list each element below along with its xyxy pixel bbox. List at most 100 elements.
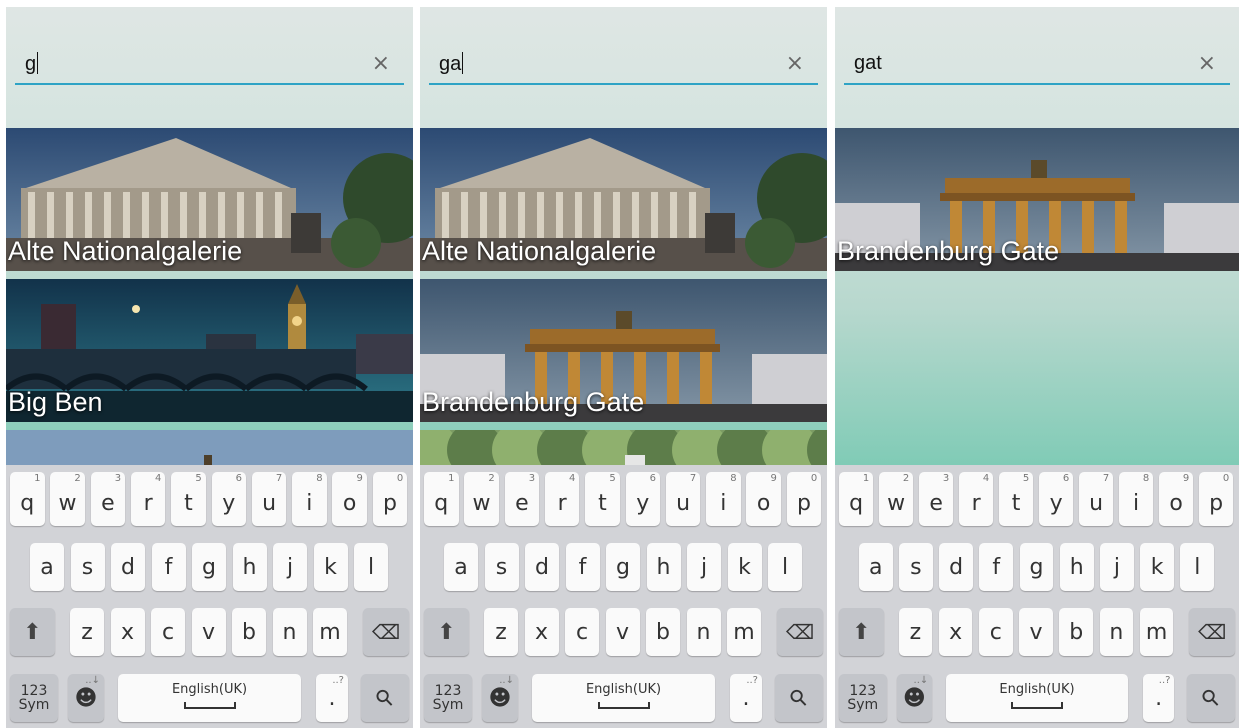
- key-u[interactable]: 7u: [665, 472, 701, 526]
- key-z[interactable]: z: [484, 608, 518, 656]
- backspace-key[interactable]: ⌫: [777, 608, 823, 656]
- key-g[interactable]: g: [606, 543, 640, 591]
- key-w[interactable]: 2w: [464, 472, 499, 526]
- key-l[interactable]: l: [1180, 543, 1215, 591]
- key-d[interactable]: d: [111, 543, 145, 591]
- key-j[interactable]: j: [273, 543, 307, 591]
- key-i[interactable]: 8i: [1118, 472, 1154, 526]
- key-c[interactable]: c: [565, 608, 599, 656]
- key-m[interactable]: m: [727, 608, 761, 656]
- symbols-key[interactable]: 123 Sym: [10, 674, 58, 722]
- emoji-key[interactable]: ..↓ ☻: [896, 674, 933, 722]
- key-d[interactable]: d: [939, 543, 973, 591]
- key-z[interactable]: z: [898, 608, 933, 656]
- period-key[interactable]: ..?.: [316, 674, 348, 722]
- period-key[interactable]: ..?.: [1142, 674, 1175, 722]
- key-g[interactable]: g: [192, 543, 226, 591]
- key-n[interactable]: n: [686, 608, 721, 656]
- key-s[interactable]: s: [899, 543, 933, 591]
- key-c[interactable]: c: [978, 608, 1013, 656]
- key-w[interactable]: 2w: [50, 472, 85, 526]
- key-i[interactable]: 8i: [292, 472, 327, 526]
- key-m[interactable]: m: [313, 608, 347, 656]
- clear-icon[interactable]: ×: [1198, 51, 1216, 76]
- key-p[interactable]: 0p: [786, 472, 822, 526]
- key-k[interactable]: k: [1140, 543, 1174, 591]
- key-n[interactable]: n: [272, 608, 307, 656]
- key-l[interactable]: l: [354, 543, 388, 591]
- key-w[interactable]: 2w: [878, 472, 914, 526]
- key-o[interactable]: 9o: [1158, 472, 1194, 526]
- key-t[interactable]: 5t: [585, 472, 620, 526]
- space-key[interactable]: English(UK): [118, 674, 301, 722]
- key-a[interactable]: a: [30, 543, 64, 591]
- key-v[interactable]: v: [1019, 608, 1053, 656]
- key-i[interactable]: 8i: [706, 472, 741, 526]
- key-l[interactable]: l: [768, 543, 802, 591]
- result-card[interactable]: Alte Nationalgalerie: [420, 128, 827, 271]
- search-key[interactable]: ⚲: [1187, 674, 1236, 722]
- shift-key[interactable]: ⬆: [424, 608, 469, 656]
- key-o[interactable]: 9o: [332, 472, 367, 526]
- key-d[interactable]: d: [525, 543, 559, 591]
- symbols-key[interactable]: 123 Sym: [838, 674, 887, 722]
- key-y[interactable]: 6y: [625, 472, 660, 526]
- backspace-key[interactable]: ⌫: [1189, 608, 1236, 656]
- period-key[interactable]: ..?.: [730, 674, 762, 722]
- search-input[interactable]: ga ×: [429, 45, 818, 85]
- key-s[interactable]: s: [70, 543, 105, 591]
- key-u[interactable]: 7u: [251, 472, 287, 526]
- key-r[interactable]: 4r: [130, 472, 166, 526]
- key-h[interactable]: h: [1059, 543, 1094, 591]
- key-k[interactable]: k: [727, 543, 762, 591]
- key-x[interactable]: x: [524, 608, 559, 656]
- key-q[interactable]: 1q: [10, 472, 45, 526]
- key-x[interactable]: x: [938, 608, 973, 656]
- key-h[interactable]: h: [232, 543, 267, 591]
- emoji-key[interactable]: ..↓ ☻: [68, 674, 104, 722]
- search-key[interactable]: ⚲: [361, 674, 409, 722]
- key-y[interactable]: 6y: [1038, 472, 1074, 526]
- symbols-key[interactable]: 123 Sym: [424, 674, 472, 722]
- clear-icon[interactable]: ×: [786, 51, 804, 76]
- key-a[interactable]: a: [444, 543, 478, 591]
- key-j[interactable]: j: [1100, 543, 1134, 591]
- backspace-key[interactable]: ⌫: [363, 608, 409, 656]
- key-e[interactable]: 3e: [90, 472, 126, 526]
- key-u[interactable]: 7u: [1078, 472, 1114, 526]
- result-card[interactable]: Alte Nationalgalerie: [6, 128, 413, 271]
- key-f[interactable]: f: [565, 543, 600, 591]
- result-card[interactable]: Brandenburg Gate: [420, 279, 827, 422]
- key-t[interactable]: 5t: [171, 472, 206, 526]
- key-s[interactable]: s: [484, 543, 519, 591]
- key-p[interactable]: 0p: [372, 472, 408, 526]
- key-j[interactable]: j: [687, 543, 721, 591]
- key-c[interactable]: c: [151, 608, 185, 656]
- key-e[interactable]: 3e: [918, 472, 954, 526]
- key-e[interactable]: 3e: [504, 472, 540, 526]
- key-q[interactable]: 1q: [838, 472, 874, 526]
- shift-key[interactable]: ⬆: [838, 608, 884, 656]
- key-v[interactable]: v: [191, 608, 226, 656]
- space-key[interactable]: English(UK): [532, 674, 715, 722]
- key-q[interactable]: 1q: [424, 472, 459, 526]
- key-k[interactable]: k: [313, 543, 348, 591]
- result-card[interactable]: Brandenburg Gate: [835, 128, 1239, 271]
- key-g[interactable]: g: [1019, 543, 1054, 591]
- search-input[interactable]: g ×: [15, 45, 404, 85]
- key-b[interactable]: b: [646, 608, 680, 656]
- emoji-key[interactable]: ..↓ ☻: [482, 674, 518, 722]
- key-z[interactable]: z: [70, 608, 104, 656]
- key-b[interactable]: b: [232, 608, 266, 656]
- search-key[interactable]: ⚲: [775, 674, 823, 722]
- key-p[interactable]: 0p: [1198, 472, 1234, 526]
- key-t[interactable]: 5t: [998, 472, 1034, 526]
- result-card[interactable]: Big Ben: [6, 279, 413, 422]
- key-o[interactable]: 9o: [746, 472, 781, 526]
- key-v[interactable]: v: [605, 608, 640, 656]
- key-r[interactable]: 4r: [544, 472, 580, 526]
- key-x[interactable]: x: [110, 608, 145, 656]
- key-y[interactable]: 6y: [211, 472, 246, 526]
- key-h[interactable]: h: [646, 543, 681, 591]
- key-n[interactable]: n: [1099, 608, 1134, 656]
